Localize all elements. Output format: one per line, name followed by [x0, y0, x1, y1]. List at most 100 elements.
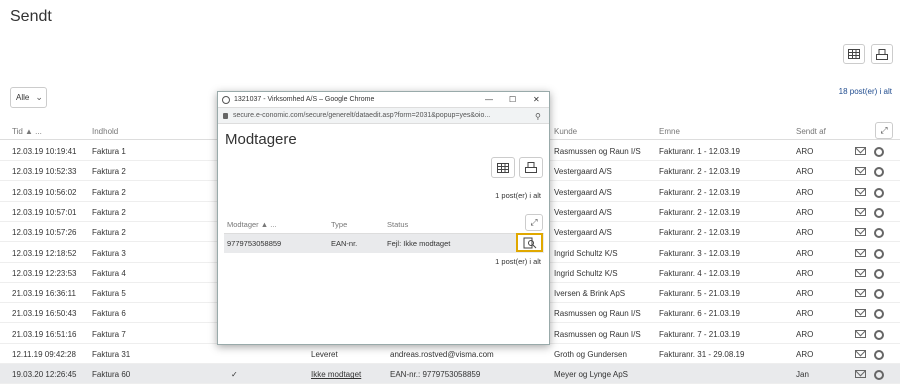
table-icon	[848, 49, 860, 59]
mail-icon[interactable]	[855, 329, 866, 338]
mail-icon[interactable]	[855, 309, 866, 318]
mail-icon[interactable]	[855, 268, 866, 277]
toggle-icon[interactable]	[874, 248, 884, 259]
cell-kunde: Ingrid Schultz K/S	[554, 268, 618, 278]
cell-indhold: Faktura 60	[92, 370, 131, 380]
toggle-icon[interactable]	[874, 268, 884, 279]
cell-kunde: Rasmussen og Raun I/S	[554, 329, 641, 339]
col-emne[interactable]: Emne	[659, 127, 680, 136]
toggle-icon[interactable]	[874, 370, 884, 381]
page-title: Sendt	[10, 8, 52, 25]
cell-emne: Fakturanr. 31 - 29.08.19	[659, 350, 745, 359]
toggle-icon[interactable]	[874, 309, 884, 320]
table-view-button[interactable]	[843, 44, 865, 64]
view-document-button[interactable]	[516, 233, 543, 252]
lock-icon	[223, 112, 228, 119]
toggle-icon[interactable]	[874, 207, 884, 218]
toggle-icon[interactable]	[874, 187, 884, 198]
mail-icon[interactable]	[855, 228, 866, 237]
cell-emne: Fakturanr. 6 - 21.03.19	[659, 309, 740, 319]
recipient-value: 9779753058859	[227, 239, 282, 248]
recipient-status: Fejl: Ikke modtaget	[387, 239, 451, 248]
maximize-button[interactable]: ☐	[509, 95, 516, 104]
cell-recipient: andreas.rostved@visma.com	[390, 350, 494, 359]
cell-kunde: Vestergaard A/S	[554, 187, 612, 197]
mail-icon[interactable]	[855, 248, 866, 257]
toggle-icon[interactable]	[874, 167, 884, 178]
mail-icon[interactable]	[855, 147, 866, 155]
cell-kunde: Ingrid Schultz K/S	[554, 248, 618, 258]
popup-titlebar: 1321037 - Virksomhed A/S – Google Chrome…	[218, 92, 549, 108]
print-icon	[525, 162, 537, 173]
mail-icon[interactable]	[855, 207, 866, 216]
zoom-icon[interactable]: ⚲	[535, 112, 541, 121]
expand-icon: ⤢	[880, 125, 888, 135]
col-status[interactable]: Status	[387, 220, 408, 229]
cell-tid: 19.03.20 12:26:45	[12, 370, 77, 380]
mail-icon[interactable]	[855, 167, 866, 176]
cell-kunde: Meyer og Lynge ApS	[554, 370, 628, 380]
table-icon	[497, 162, 509, 173]
mail-icon[interactable]	[855, 350, 866, 358]
cell-sendt-af: ARO	[796, 207, 814, 217]
cell-tid: 12.03.19 12:23:53	[12, 268, 77, 278]
cell-tid: 12.11.19 09:42:28	[12, 350, 76, 359]
popup-print-button[interactable]	[519, 157, 543, 178]
cell-kunde: Rasmussen og Raun I/S	[554, 147, 641, 156]
mail-icon[interactable]	[855, 187, 866, 196]
cell-emne: Fakturanr. 3 - 12.03.19	[659, 248, 740, 258]
toggle-icon[interactable]	[874, 147, 884, 157]
cell-tid: 12.03.19 10:19:41	[12, 147, 77, 156]
mail-icon[interactable]	[855, 289, 866, 298]
col-type[interactable]: Type	[331, 220, 347, 229]
cell-kunde: Groth og Gundersen	[554, 350, 627, 359]
cell-kunde: Rasmussen og Raun I/S	[554, 309, 641, 319]
popup-table-view-button[interactable]	[491, 157, 515, 178]
cell-indhold: Faktura 2	[92, 187, 126, 197]
filter-select[interactable]: Alle ⌄	[10, 87, 47, 108]
col-modtager[interactable]: Modtager ▲ ...	[227, 220, 277, 229]
cell-tid: 21.03.19 16:36:11	[12, 289, 76, 299]
col-kunde[interactable]: Kunde	[554, 127, 577, 136]
cell-emne: Fakturanr. 5 - 21.03.19	[659, 289, 740, 299]
minimize-button[interactable]: —	[485, 95, 493, 104]
table-row[interactable]: 19.03.20 12:26:45 Faktura 60 ✓ Ikke modtage…	[0, 364, 900, 385]
mail-icon[interactable]	[855, 370, 866, 379]
chrome-icon	[222, 95, 230, 104]
cell-sendt-af: ARO	[796, 268, 814, 278]
toggle-icon[interactable]	[874, 350, 884, 360]
cell-sendt-af: ARO	[796, 228, 814, 238]
cell-tid: 21.03.19 16:51:16	[12, 329, 77, 339]
toggle-icon[interactable]	[874, 228, 884, 239]
print-button[interactable]	[871, 44, 893, 64]
col-sendt-af[interactable]: Sendt af	[796, 127, 826, 136]
cell-recipient: EAN-nr.: 9779753058859	[390, 370, 481, 380]
address-bar[interactable]: secure.e-conomic.com/secure/generelt/dat…	[218, 108, 549, 124]
popup-table-row[interactable]: 9779753058859 EAN-nr. Fejl: Ikke modtage…	[224, 234, 544, 253]
popup-table-header: Modtager ▲ ... Type Status	[224, 215, 544, 234]
col-indhold[interactable]: Indhold	[92, 127, 118, 136]
toggle-icon[interactable]	[874, 329, 884, 340]
cell-indhold: Faktura 3	[92, 248, 126, 258]
close-button[interactable]: ✕	[533, 95, 540, 104]
cell-status-icon: ✓	[231, 370, 238, 380]
url-text: secure.e-conomic.com/secure/generelt/dat…	[233, 112, 491, 119]
cell-indhold: Faktura 5	[92, 289, 126, 299]
col-tid[interactable]: Tid ▲ ...	[12, 127, 42, 136]
cell-sendt-af: ARO	[796, 289, 814, 299]
popup-heading: Modtagere	[225, 131, 297, 148]
expand-button[interactable]: ⤢	[875, 122, 893, 139]
popup-count-top: 1 post(er) i alt	[495, 191, 541, 200]
cell-status-text[interactable]: Ikke modtaget	[311, 370, 361, 379]
cell-indhold: Faktura 2	[92, 207, 126, 217]
cell-indhold: Faktura 2	[92, 228, 126, 238]
cell-emne: Fakturanr. 2 - 12.03.19	[659, 187, 740, 197]
cell-indhold: Faktura 7	[92, 329, 126, 339]
table-row[interactable]: 12.11.19 09:42:28 Faktura 31 Leveret andrea…	[0, 344, 900, 364]
toggle-icon[interactable]	[874, 289, 884, 300]
cell-tid: 12.03.19 10:56:02	[12, 187, 77, 197]
popup-window-title: 1321037 - Virksomhed A/S – Google Chrome	[234, 96, 375, 103]
cell-status-text: Leveret	[311, 350, 338, 359]
cell-indhold: Faktura 1	[92, 147, 126, 156]
recipients-popup: 1321037 - Virksomhed A/S – Google Chrome…	[217, 91, 550, 345]
